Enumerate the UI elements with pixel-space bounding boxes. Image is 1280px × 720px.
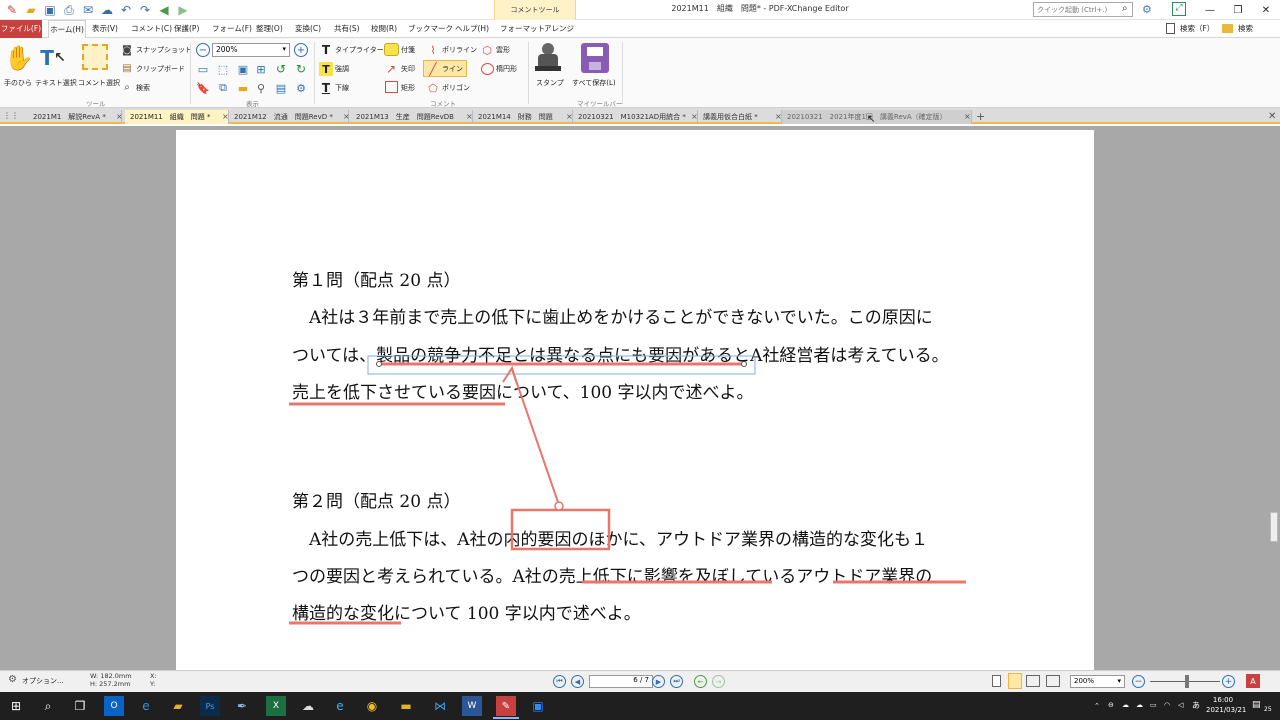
single-page-icon[interactable] [992,675,1001,687]
time: 16:00 [1212,696,1234,704]
task-view-icon[interactable]: ❐ [70,696,90,716]
outlook-icon[interactable]: O [104,696,124,716]
y-readout: Y: [150,680,156,688]
pdf-icon[interactable]: A [1246,674,1260,688]
rectangle-annotation[interactable] [510,508,611,551]
status-zoom-in-icon[interactable]: + [1222,675,1235,688]
page-number-input[interactable]: 6 / 7 [589,675,653,688]
height-readout: H: 257.2mm [90,680,131,688]
active-app-indicator [493,717,519,719]
options-button[interactable]: オプション... [22,676,64,686]
continuous-facing-icon[interactable] [1046,675,1060,687]
app-feather-icon[interactable]: ✒ [232,696,252,716]
ime-indicator[interactable]: あ [1192,700,1200,711]
battery-icon[interactable]: ▭ [1150,701,1157,709]
zoom-status-select[interactable]: 200% ▾ [1070,675,1125,688]
notification-count: 25 [1264,706,1272,713]
nav-back-icon[interactable]: ← [694,675,707,688]
width-readout: W: 182.0mm [90,672,132,680]
x-readout: X: [150,672,157,680]
tray-app-icon[interactable]: ⊖ [1108,701,1114,709]
cursor-readout: X: Y: [150,672,157,688]
wifi-icon[interactable]: ◠ [1164,701,1170,709]
selection-handle[interactable] [376,361,382,367]
notification-icon[interactable]: ▤ [1252,700,1261,710]
page-number: 6 / 7 [633,676,649,684]
word-icon[interactable]: W [462,696,482,716]
volume-icon[interactable]: ◁ [1178,701,1183,709]
zoom-status-value: 200% [1074,677,1095,685]
pdf-xchange-taskbar-icon[interactable]: ✎ [496,696,516,716]
search-taskbar-icon[interactable]: ⌕ [38,696,58,716]
windows-start-icon[interactable]: ⊞ [6,696,26,716]
date: 2021/03/21 [1206,706,1247,714]
zoom-slider-thumb[interactable] [1185,675,1189,688]
arrow-anchor[interactable] [554,501,564,511]
excel-icon[interactable]: X [266,696,286,716]
continuous-page-icon[interactable] [1008,673,1022,689]
zoom-app-icon[interactable]: ▣ [528,696,548,716]
annotation-layer: ↖ [289,114,966,625]
status-zoom-out-icon[interactable]: − [1132,675,1145,688]
options-icon[interactable]: ⚙ [8,674,17,685]
edge-icon[interactable]: e [330,696,350,716]
tray-chevron-icon[interactable]: ⌃ [1094,702,1100,710]
chrome-icon[interactable]: ◉ [362,696,382,716]
arrow-head [502,365,518,385]
next-page-icon[interactable]: ▶ [652,675,665,688]
clock[interactable]: 16:00 2021/03/21 [1206,695,1247,715]
page-size-readout: W: 182.0mm H: 257.2mm [90,672,132,688]
app-cloud-icon[interactable]: ☁ [298,696,318,716]
selection-handle[interactable] [741,361,747,367]
tray-cloud-icon[interactable]: ☁ [1136,701,1143,709]
first-page-icon[interactable]: ⏮ [553,675,566,688]
nav-forward-icon[interactable]: → [712,675,725,688]
facing-page-icon[interactable] [1026,675,1040,687]
prev-page-icon[interactable]: ◀ [571,675,584,688]
folder-icon[interactable]: ▬ [396,696,416,716]
onedrive-icon[interactable]: ☁ [1122,701,1129,709]
photoshop-icon[interactable]: Ps [200,696,220,716]
ie-icon[interactable]: e [136,696,156,716]
windows-taskbar [0,692,1280,720]
vscode-icon[interactable]: ⋈ [430,696,450,716]
last-page-icon[interactable]: ⏭ [670,675,683,688]
explorer-icon[interactable]: ▰ [168,696,188,716]
arrow-annotation[interactable] [511,368,560,506]
mouse-cursor-icon: ↖ [867,114,875,125]
